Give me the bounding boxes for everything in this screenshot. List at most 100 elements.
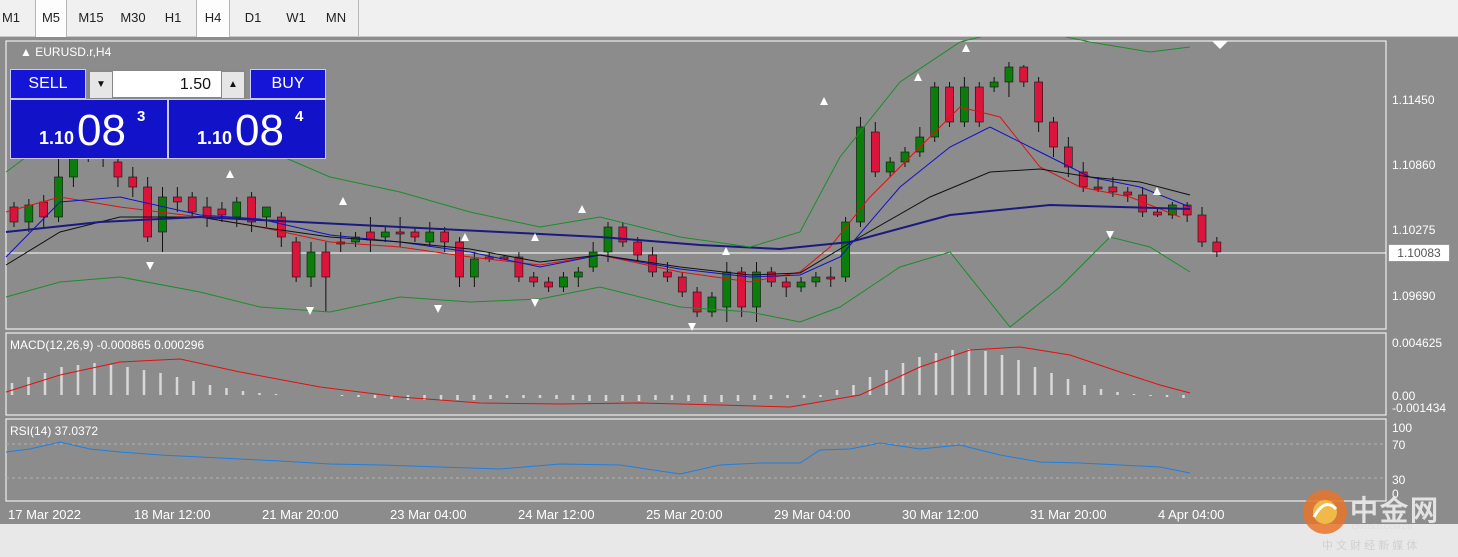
candle-body bbox=[633, 241, 643, 256]
buy-price[interactable]: 1.10 08 4 bbox=[168, 99, 326, 159]
candle-body bbox=[544, 281, 553, 288]
timeframe-toolbar: M1 M5 M15 M30 H1 H4 D1 W1 MN bbox=[0, 0, 1458, 37]
buy-button[interactable]: BUY bbox=[250, 69, 326, 99]
timeframe-h4[interactable]: H4 bbox=[196, 0, 230, 37]
candle-body bbox=[1108, 186, 1118, 193]
rsi-tick: 100 bbox=[1392, 421, 1413, 435]
date-tick: 18 Mar 12:00 bbox=[134, 507, 211, 522]
candle-body bbox=[217, 208, 227, 216]
fractal-up-icon bbox=[914, 73, 922, 81]
fractal-up-icon bbox=[226, 170, 234, 178]
candle-body bbox=[811, 276, 821, 283]
candle-body bbox=[603, 226, 613, 253]
date-tick: 25 Mar 20:00 bbox=[646, 507, 723, 522]
candle-body bbox=[158, 196, 167, 233]
candle-body bbox=[24, 204, 34, 223]
candle-body bbox=[796, 281, 806, 288]
toolbar-separator bbox=[358, 0, 359, 36]
volume-decrease-icon[interactable]: ▼ bbox=[89, 71, 113, 99]
candle-body bbox=[514, 256, 524, 278]
date-tick: 31 Mar 20:00 bbox=[1030, 507, 1107, 522]
price-tick: 1.10275 bbox=[1392, 223, 1436, 237]
candle-body bbox=[143, 186, 152, 238]
one-click-trading-panel: SELL ▼ 1.50 ▲ BUY 1.10 08 3 1.10 08 4 bbox=[10, 69, 326, 159]
rsi-tick: 30 bbox=[1392, 473, 1406, 487]
date-tick: 30 Mar 12:00 bbox=[902, 507, 979, 522]
price-tick: 1.10860 bbox=[1392, 158, 1436, 172]
candle-body bbox=[960, 86, 969, 123]
candle-body bbox=[588, 251, 598, 268]
date-tick: 4 Apr 04:00 bbox=[1158, 507, 1225, 522]
macd-tick: -0.001434 bbox=[1392, 401, 1447, 415]
sell-price[interactable]: 1.10 08 3 bbox=[10, 99, 168, 159]
fractal-up-icon bbox=[1153, 187, 1161, 195]
symbol-label: ▲ EURUSD.r,H4 bbox=[20, 45, 112, 59]
timeframe-m30[interactable]: M30 bbox=[115, 0, 151, 36]
price-tick: 1.11450 bbox=[1392, 93, 1435, 107]
timeframe-m5[interactable]: M5 bbox=[35, 0, 67, 37]
macd-signal-line bbox=[5, 346, 1191, 408]
date-tick: 23 Mar 04:00 bbox=[390, 507, 467, 522]
candle-body bbox=[663, 271, 672, 278]
candle-body bbox=[559, 276, 568, 288]
fractal-down-icon bbox=[531, 299, 539, 307]
candle-body bbox=[826, 276, 836, 280]
candle-body bbox=[1034, 81, 1043, 123]
candle-body bbox=[1123, 191, 1133, 196]
ma-slow-line bbox=[5, 168, 1191, 276]
candle-body bbox=[1197, 214, 1207, 243]
candle-body bbox=[128, 176, 138, 188]
fractal-up-icon bbox=[461, 233, 469, 241]
candle-body bbox=[173, 196, 182, 203]
rsi-tick: 70 bbox=[1392, 438, 1406, 452]
candle-body bbox=[692, 291, 702, 313]
fractal-down-icon bbox=[688, 323, 696, 331]
timeframe-mn[interactable]: MN bbox=[318, 0, 354, 36]
candle-body bbox=[870, 131, 880, 173]
candle-body bbox=[900, 151, 910, 163]
volume-field[interactable]: ▼ 1.50 ▲ bbox=[88, 70, 246, 99]
date-tick: 29 Mar 04:00 bbox=[774, 507, 851, 522]
date-tick: 17 Mar 2022 bbox=[8, 507, 81, 522]
bollinger-lower bbox=[5, 236, 1191, 328]
fractal-down-icon bbox=[146, 262, 154, 270]
timeframe-d1[interactable]: D1 bbox=[236, 0, 270, 36]
candle-body bbox=[974, 86, 984, 123]
macd-label: MACD(12,26,9) -0.000865 0.000296 bbox=[10, 338, 205, 352]
candle-body bbox=[1004, 66, 1014, 83]
candle-body bbox=[1093, 186, 1103, 190]
candle-body bbox=[440, 231, 449, 243]
candle-body bbox=[262, 206, 271, 218]
timeframe-m15[interactable]: M15 bbox=[73, 0, 109, 36]
collapse-triangle-icon[interactable]: ▲ bbox=[20, 45, 32, 59]
candle-body bbox=[856, 126, 865, 223]
candle-body bbox=[885, 161, 895, 173]
watermark-brand: 中金网 bbox=[1350, 495, 1441, 526]
candle-body bbox=[1153, 211, 1162, 216]
timeframe-w1[interactable]: W1 bbox=[281, 0, 311, 36]
timeframe-h1[interactable]: H1 bbox=[158, 0, 188, 36]
candle-body bbox=[677, 276, 687, 293]
candle-body bbox=[1019, 66, 1029, 83]
candle-body bbox=[395, 231, 405, 235]
fractal-up-icon bbox=[722, 247, 730, 255]
fractal-up-icon bbox=[578, 205, 586, 213]
timeframe-m1[interactable]: M1 bbox=[0, 0, 22, 36]
date-tick: 21 Mar 20:00 bbox=[262, 507, 339, 522]
candle-body bbox=[410, 231, 420, 238]
rsi-panel-frame bbox=[5, 418, 1387, 502]
watermark-slogan: 中 文 财 经 新 媒 体 bbox=[1322, 540, 1418, 552]
price-chart[interactable]: ▲ EURUSD.r,H4 SELL ▼ 1.50 ▲ BUY 1.10 08 … bbox=[0, 37, 1458, 552]
volume-value[interactable]: 1.50 bbox=[180, 76, 211, 94]
price-tick: 1.09690 bbox=[1392, 289, 1436, 303]
candle-body bbox=[113, 161, 123, 178]
sell-button[interactable]: SELL bbox=[10, 69, 86, 99]
volume-increase-icon[interactable]: ▲ bbox=[221, 71, 245, 99]
candle-body bbox=[470, 258, 479, 278]
candle-body bbox=[232, 201, 242, 218]
date-tick: 24 Mar 12:00 bbox=[518, 507, 595, 522]
current-price-label: 1.10083 bbox=[1388, 244, 1450, 262]
candle-body bbox=[989, 81, 999, 88]
chart-shift-icon bbox=[1212, 41, 1228, 49]
fractal-down-icon bbox=[434, 305, 442, 313]
